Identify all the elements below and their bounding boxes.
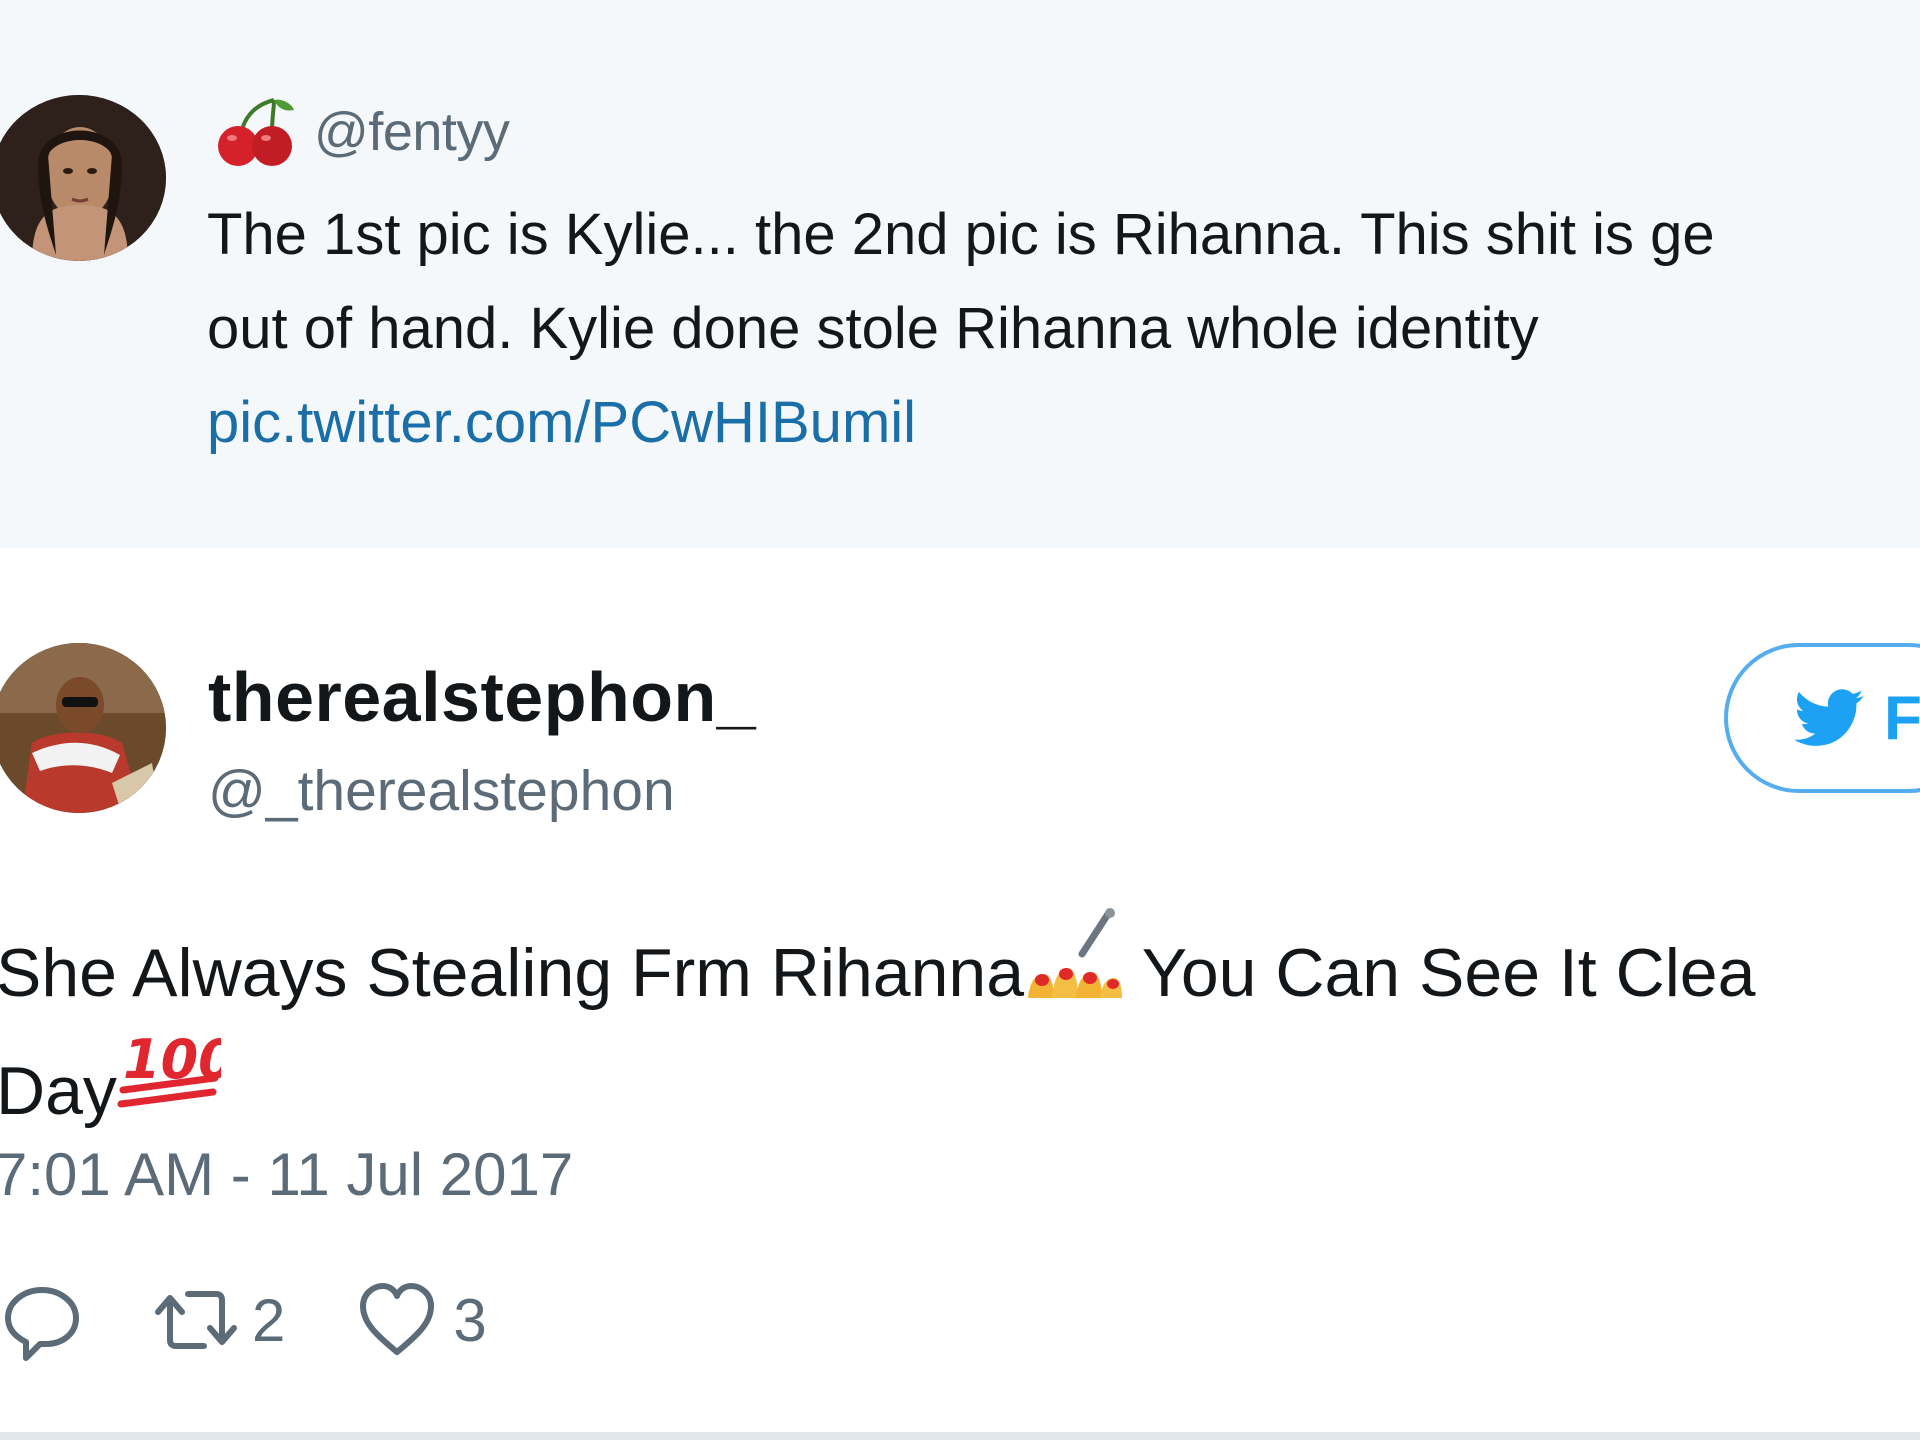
like-button[interactable]: 3	[355, 1278, 487, 1362]
tweet-timestamp[interactable]: 7:01 AM - 11 Jul 2017	[0, 1140, 573, 1209]
fentyy-avatar[interactable]	[0, 95, 166, 261]
tweet-text-line: She Always Stealing Frm Rihanna You Can …	[0, 908, 1920, 1020]
retweet-icon	[155, 1291, 237, 1349]
tweet-text-segment: She Always Stealing Frm Rihanna	[0, 935, 1025, 1011]
tweet-text: She Always Stealing Frm Rihanna You Can …	[0, 908, 1920, 1132]
follow-label: F	[1884, 683, 1920, 753]
tweet-actions: 2 3	[0, 1270, 557, 1370]
hundred-points-emoji-icon: 100	[117, 1028, 221, 1108]
like-count: 3	[453, 1286, 487, 1354]
quoted-tweet-text: The 1st pic is Kylie... the 2nd pic is R…	[207, 188, 1920, 470]
bottom-divider	[0, 1432, 1920, 1440]
cherries-emoji-icon	[218, 98, 294, 166]
user-handle[interactable]: @_therealstephon	[208, 758, 675, 824]
quoted-tweet[interactable]: @fentyy The 1st pic is Kylie... the 2nd …	[0, 0, 1920, 548]
tweet-text-line: Day 100	[0, 1020, 1920, 1132]
retweet-button[interactable]: 2	[154, 1278, 285, 1362]
twitter-bird-icon	[1794, 689, 1864, 746]
reply-icon	[5, 1287, 79, 1361]
tweet-text-segment: You Can See It Clea	[1124, 935, 1756, 1011]
quoted-text-line: The 1st pic is Kylie... the 2nd pic is R…	[207, 202, 1715, 267]
therealstephon-avatar[interactable]	[0, 643, 166, 813]
retweet-count: 2	[252, 1286, 286, 1354]
follow-button[interactable]: F	[1724, 643, 1920, 793]
nail-polish-emoji-icon	[1028, 908, 1123, 998]
heart-icon	[360, 1283, 435, 1355]
quoted-handle[interactable]: @fentyy	[314, 101, 510, 163]
display-name[interactable]: therealstephon_	[208, 657, 756, 737]
quoted-handle-row: @fentyy	[212, 92, 510, 172]
reply-button[interactable]	[0, 1278, 84, 1362]
quoted-text-line: out of hand. Kylie done stole Rihanna wh…	[207, 296, 1539, 361]
quoted-pic-link[interactable]: pic.twitter.com/PCwHIBumil	[207, 376, 1920, 470]
tweet-text-segment: Day	[0, 1053, 117, 1129]
